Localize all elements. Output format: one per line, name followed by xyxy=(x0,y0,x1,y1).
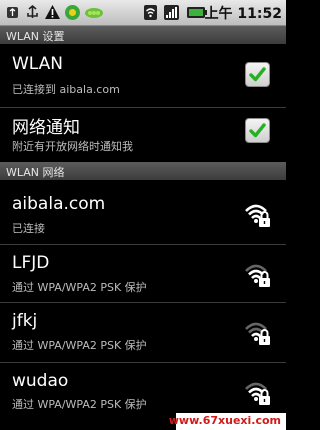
app-icon xyxy=(64,4,81,21)
clock: 上午 11:52 xyxy=(204,6,282,22)
network-ssid: wudao xyxy=(12,371,69,391)
setting-wlan-title: WLAN xyxy=(12,54,64,74)
warning-icon xyxy=(44,4,61,21)
peas-icon xyxy=(84,4,103,21)
usb-debug-icon xyxy=(24,4,41,21)
network-status: 通过 WPA/WPA2 PSK 保护 xyxy=(12,339,147,352)
network-status: 已连接 xyxy=(12,222,45,235)
setting-network-notification[interactable]: 网络通知 附近有开放网络时通知我 xyxy=(0,100,286,162)
network-item-aibala[interactable]: aibala.com 已连接 xyxy=(0,182,286,244)
network-status: 通过 WPA/WPA2 PSK 保护 xyxy=(12,398,147,411)
network-ssid: LFJD xyxy=(12,253,50,273)
network-status: 通过 WPA/WPA2 PSK 保护 xyxy=(12,281,147,294)
setting-notification-summary: 附近有开放网络时通知我 xyxy=(12,140,133,153)
wifi-lock-weak-icon xyxy=(244,317,272,347)
setting-wlan[interactable]: WLAN 已连接到 aibala.com xyxy=(0,45,286,107)
watermark-text: www.67xuexi.com xyxy=(168,414,281,427)
usb-icon xyxy=(4,4,21,21)
setting-wlan-summary: 已连接到 aibala.com xyxy=(12,83,120,96)
network-ssid: jfkj xyxy=(12,311,38,331)
section-header-label: WLAN 网络 xyxy=(6,166,65,179)
network-item-lfjd[interactable]: LFJD 通过 WPA/WPA2 PSK 保护 xyxy=(0,245,286,307)
wifi-lock-weak-icon xyxy=(244,377,272,407)
status-bar[interactable]: 上午 11:52 xyxy=(0,0,286,26)
page-title: WLAN 设置 xyxy=(6,30,65,43)
network-item-jfkj[interactable]: jfkj 通过 WPA/WPA2 PSK 保护 xyxy=(0,303,286,365)
wifi-lock-strong-icon xyxy=(244,199,272,229)
network-ssid: aibala.com xyxy=(12,194,106,214)
notification-checkbox[interactable] xyxy=(245,118,270,143)
check-icon xyxy=(249,67,266,82)
section-header-networks: WLAN 网络 xyxy=(0,162,286,180)
watermark: www.67xuexi.com xyxy=(169,413,286,430)
title-bar: WLAN 设置 xyxy=(0,26,286,44)
setting-notification-title: 网络通知 xyxy=(12,118,80,138)
signal-icon xyxy=(163,4,180,21)
wifi-lock-weak-icon xyxy=(244,259,272,289)
wlan-checkbox[interactable] xyxy=(245,62,270,87)
check-icon xyxy=(249,123,266,138)
wifi-status-icon xyxy=(142,4,159,21)
